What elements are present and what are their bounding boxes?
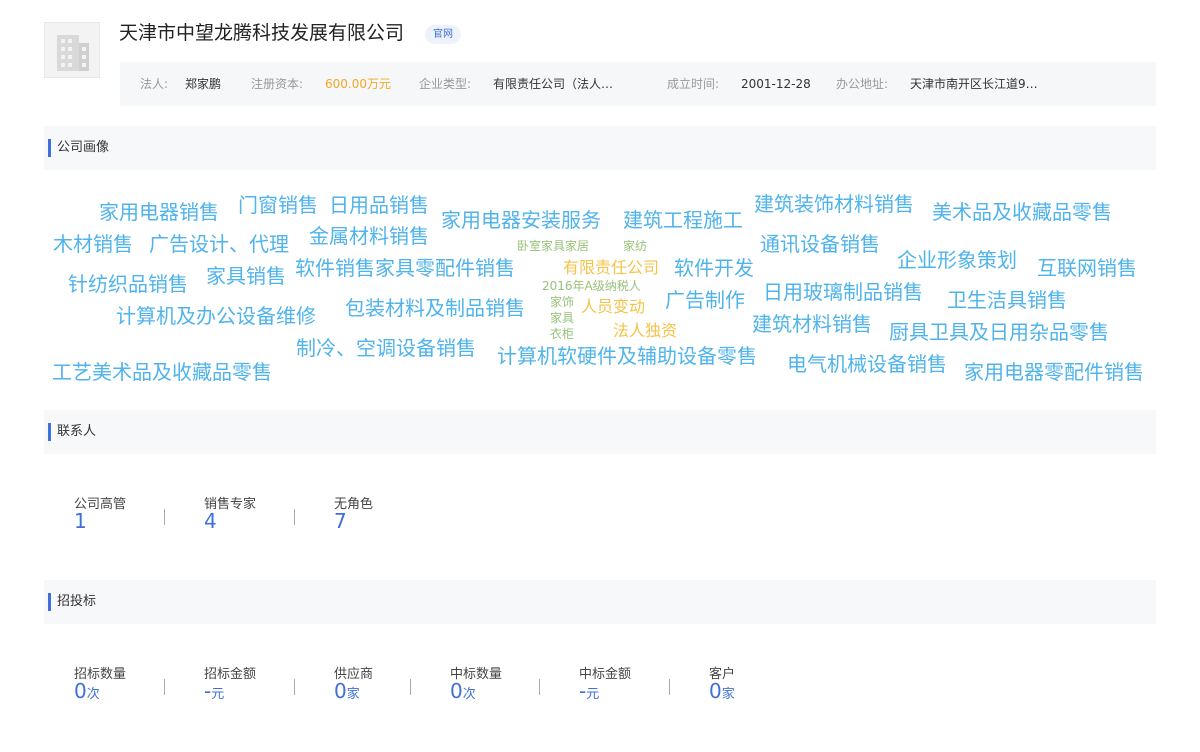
tag: 金属材料销售 [309,224,429,248]
capital-label: 注册资本: [251,77,304,91]
tag: 计算机及办公设备维修 [116,304,316,328]
tag: 软件开发 [674,256,754,280]
stat-value: 4 [204,509,217,533]
tag: 广告制作 [665,288,745,312]
tag: 2016年A级纳税人 [542,279,641,293]
section-header-portrait: 公司画像 [44,126,1156,170]
stat-value: -元 [204,679,224,703]
tag: 建筑工程施工 [623,208,743,232]
tag: 日用品销售 [329,193,429,217]
official-site-badge[interactable]: 官网 [425,25,461,44]
stat-value: -元 [579,679,599,703]
tag: 工艺美术品及收藏品零售 [52,360,272,384]
tag: 通讯设备销售 [760,232,880,256]
stat-unit: 次 [462,687,476,702]
stat-unit: 元 [211,687,225,702]
address-value: 天津市南开区长江道9… [910,77,1038,91]
divider [164,509,165,525]
stat-number: 0 [709,679,722,703]
divider [164,679,165,695]
stat-value: 7 [334,509,347,533]
section-accent-bar [48,423,51,441]
company-type-value: 有限责任公司（法人… [493,77,614,91]
tag: 家饰 [550,295,575,309]
stat-value: 1 [74,509,87,533]
section-accent-bar [48,139,51,157]
tag: 有限责任公司 [563,258,660,277]
tag: 美术品及收藏品零售 [932,200,1112,224]
tag-cloud: 家用电器销售 门窗销售 日用品销售 家用电器安装服务 建筑工程施工 建筑装饰材料… [0,180,1200,390]
tag: 家具 [550,311,575,325]
tag: 家用电器安装服务 [441,208,601,232]
company-type-label: 企业类型: [419,77,472,91]
divider [539,679,540,695]
tag: 建筑材料销售 [752,312,872,336]
tag: 家用电器零配件销售 [964,360,1144,384]
divider [669,679,670,695]
section-title: 公司画像 [57,140,110,155]
stat-unit: 家 [346,687,360,702]
stat-unit: 次 [86,687,100,702]
section-title: 招投标 [57,594,97,609]
tag: 木材销售 [53,232,133,256]
tag: 卧室家具家居 [517,239,590,253]
tag: 家用电器销售 [99,200,219,224]
capital-value: 600.00万元 [325,77,391,91]
stat-number: 0 [450,679,463,703]
tag: 法人独资 [613,321,678,340]
tag: 家具零配件销售 [375,256,515,280]
tag: 计算机软硬件及辅助设备零售 [497,344,757,368]
stat-unit: 元 [586,687,600,702]
section-title: 联系人 [57,424,97,439]
tag: 衣柜 [550,327,575,341]
stat-number: 0 [334,679,347,703]
legal-person-label: 法人: [140,77,169,91]
tag: 人员变动 [581,297,646,316]
legal-person-value[interactable]: 郑家鹏 [185,62,221,106]
section-accent-bar [48,593,51,611]
tag: 企业形象策划 [897,248,1017,272]
stat-number: 0 [74,679,87,703]
section-header-contacts: 联系人 [44,410,1156,454]
stat-value: 0家 [709,679,735,703]
tag: 家纺 [623,239,648,253]
tag: 电气机械设备销售 [787,352,947,376]
company-logo [44,22,100,78]
stat-value: 0次 [450,679,476,703]
tag: 家具销售 [206,264,286,288]
divider [294,679,295,695]
tag: 门窗销售 [238,193,318,217]
address-label: 办公地址: [836,77,889,91]
company-name: 天津市中望龙腾科技发展有限公司 [119,22,405,44]
founded-value: 2001-12-28 [741,77,811,91]
tag: 包装材料及制品销售 [345,296,525,320]
tag: 厨具卫具及日用杂品零售 [889,320,1109,344]
stat-value: 0次 [74,679,100,703]
tag: 制冷、空调设备销售 [296,336,476,360]
company-info-bar: 法人: 郑家鹏 注册资本: 600.00万元 企业类型: 有限责任公司（法人… … [120,62,1156,106]
tag: 针纺织品销售 [68,272,188,296]
tag: 卫生洁具销售 [947,288,1067,312]
stat-value: 0家 [334,679,360,703]
tag: 建筑装饰材料销售 [754,192,914,216]
building-icon [57,35,89,71]
tag: 日用玻璃制品销售 [763,280,923,304]
tag: 广告设计、代理 [149,232,289,256]
divider [294,509,295,525]
founded-label: 成立时间: [667,77,720,91]
stat-unit: 家 [721,687,735,702]
section-header-bidding: 招投标 [44,580,1156,624]
tag: 互联网销售 [1037,256,1137,280]
tag: 软件销售 [295,256,375,280]
divider [410,679,411,695]
